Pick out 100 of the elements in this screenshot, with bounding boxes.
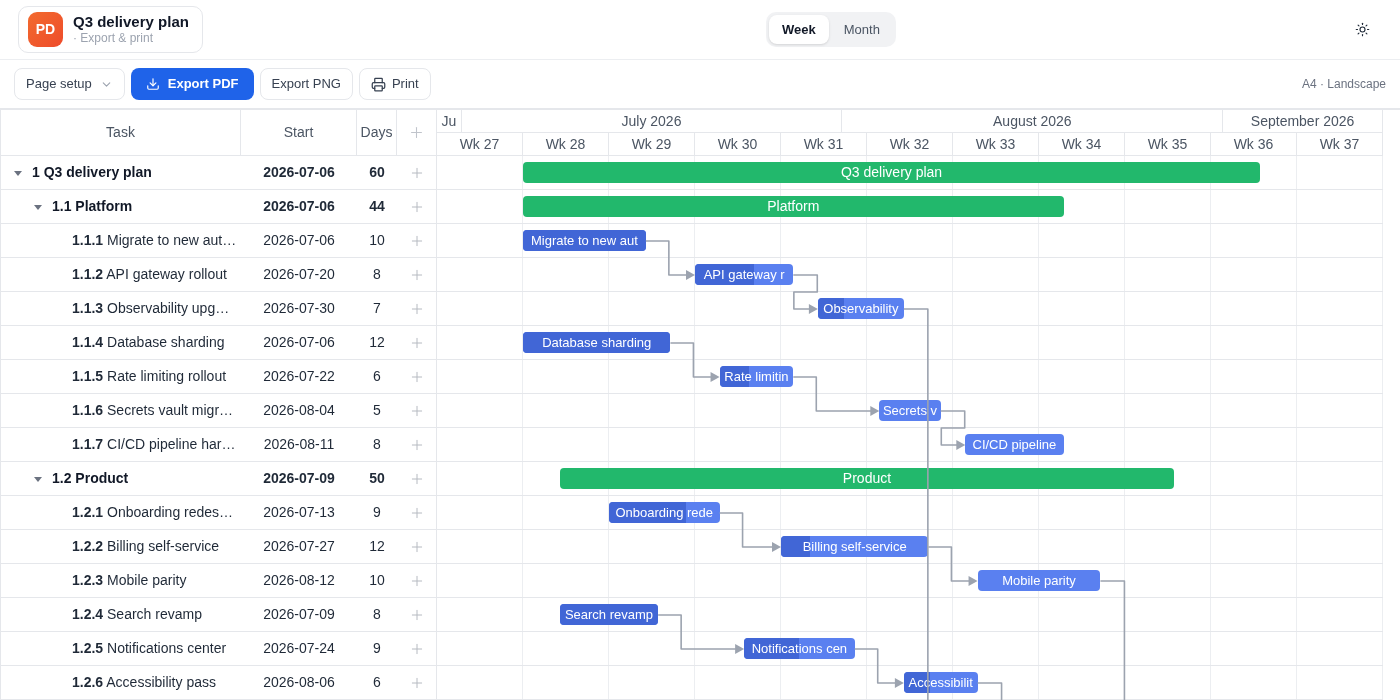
task-bar[interactable]: Migrate to new aut [523,230,646,251]
duration-days: 8 [373,434,381,455]
duration-days: 7 [373,298,381,319]
task-name: 1.2.6 Accessibility pass [72,673,216,692]
task-bar[interactable]: Accessibilit [903,672,978,693]
summary-bar[interactable]: Platform [523,196,1064,217]
duration-days: 12 [369,536,385,557]
column-header: Start [283,123,314,142]
start-date: 2026-08-04 [263,401,335,420]
duration-days: 10 [369,570,385,591]
task-name: 1.1.2 API gateway rollout [72,265,227,284]
duration-days: 6 [373,366,381,387]
week-label: Wk 28 [545,134,586,154]
task-bar[interactable]: Observability [817,298,904,319]
task-name: 1.1.6 Secrets vault migr… [72,401,234,420]
task-name: 1.2.4 Search revamp [72,605,202,624]
task-name: 1.2.2 Billing self-service [72,537,220,556]
start-date: 2026-07-06 [263,333,335,352]
duration-days: 6 [373,672,381,693]
task-bar[interactable]: CI/CD pipeline [965,434,1064,455]
bar-label: Observability [823,299,899,318]
page-setup-dropdown[interactable]: Page setup [14,68,125,100]
project-title: Q3 delivery plan [73,12,189,32]
task-name: 1.2.3 Mobile parity [72,571,187,590]
project-subtitle: · Export & print [73,31,155,47]
view-tab[interactable]: Week [769,14,829,45]
task-name: 1.1.4 Database sharding [72,333,225,352]
task-name: 1.2.5 Notifications center [72,639,227,658]
export-pdf-button[interactable]: Export PDF [130,68,254,100]
week-label: Wk 31 [803,134,844,154]
column-header: Days [360,123,393,142]
task-bar[interactable]: Search revamp [559,604,659,625]
start-date: 2026-08-11 [263,435,335,454]
start-date: 2026-07-27 [263,537,335,556]
duration-days: 8 [373,264,381,285]
month-label: September 2026 [1250,111,1355,131]
view-tab[interactable]: Month [830,14,893,45]
week-label: Wk 33 [975,134,1016,154]
printer-icon [370,76,386,92]
week-label: Wk 32 [889,134,930,154]
print-button[interactable]: Print [358,68,431,100]
bar-label: Onboarding rede [615,503,714,522]
task-name: 1.2.1 Onboarding redes… [72,503,234,522]
bar-label: Migrate to new aut [530,231,638,250]
summary-bar[interactable]: Product [559,468,1175,489]
week-label: Wk 35 [1147,134,1188,154]
bar-label: Database sharding [542,333,652,352]
start-date: 2026-07-24 [263,639,335,658]
bar-label: Rate limitin [724,367,789,386]
task-name: 1 Q3 delivery plan [32,163,152,182]
task-bar[interactable]: Database sharding [523,332,671,353]
duration-days: 9 [373,638,381,659]
duration-days: 10 [369,230,385,251]
task-name: 1.1 Platform [52,197,133,216]
week-label: Wk 27 [459,134,500,154]
month-label: August 2026 [993,111,1072,131]
start-date: 2026-07-06 [263,197,335,216]
task-bar[interactable]: Billing self-service [781,536,929,557]
duration-days: 8 [373,604,381,625]
bar-label: Accessibilit [908,673,973,692]
start-date: 2026-08-12 [263,571,335,590]
start-date: 2026-07-06 [263,231,335,250]
task-bar[interactable]: Mobile parity [977,570,1101,591]
add-column-icon[interactable] [408,124,425,141]
start-date: 2026-07-09 [263,605,335,624]
task-bar[interactable]: Notifications cen [744,638,855,659]
task-name: 1.1.7 CI/CD pipeline har… [72,435,236,454]
task-bar[interactable]: Onboarding rede [609,502,720,523]
month-label: July 2026 [621,111,682,131]
week-label: Wk 37 [1319,134,1360,154]
duration-days: 50 [369,468,385,489]
start-date: 2026-08-06 [263,673,335,692]
task-name: 1.1.3 Observability upg… [72,299,230,318]
duration-days: 44 [369,196,385,217]
start-date: 2026-07-13 [263,503,335,522]
start-date: 2026-07-09 [263,469,335,488]
start-date: 2026-07-30 [263,299,335,318]
task-bar[interactable]: Rate limitin [719,366,794,387]
bar-label: API gateway r [703,265,785,284]
start-date: 2026-07-20 [263,265,335,284]
task-bar[interactable]: API gateway r [695,264,794,285]
download-icon [145,77,160,91]
start-date: 2026-07-06 [263,163,335,182]
week-label: Wk 34 [1061,134,1102,154]
export-png-button[interactable]: Export PNG [259,68,353,100]
task-name: 1.2 Product [52,469,129,488]
duration-days: 12 [369,332,385,353]
summary-bar[interactable]: Q3 delivery plan [523,162,1261,183]
column-header: Task [106,123,135,142]
project-logo: PD [28,12,63,47]
task-name: 1.1.1 Migrate to new aut… [72,231,237,250]
paper-format: A4 · Landscape [1301,76,1386,93]
bar-label: Mobile parity [1002,571,1076,590]
week-label: Wk 30 [717,134,758,154]
start-date: 2026-07-22 [263,367,335,386]
duration-days: 5 [373,400,381,421]
week-label: Wk 36 [1233,134,1274,154]
duration-days: 60 [369,162,385,183]
task-name: 1.1.5 Rate limiting rollout [72,367,227,386]
week-label: Wk 29 [631,134,672,154]
